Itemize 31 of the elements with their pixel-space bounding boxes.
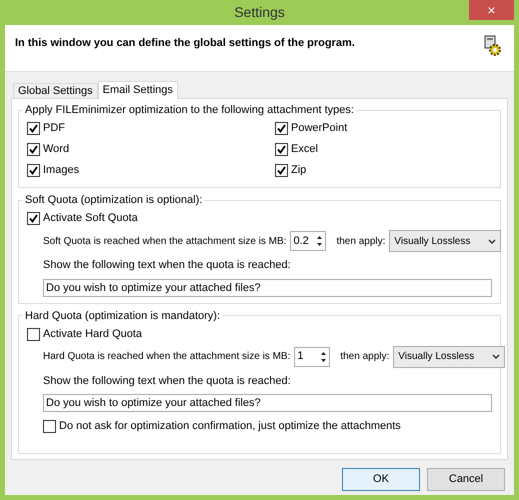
checkbox-label: PowerPoint xyxy=(291,121,348,136)
checkbox-label: Word xyxy=(43,142,70,158)
checkbox-label: Excel xyxy=(291,142,318,158)
spin-field[interactable]: 1 xyxy=(294,346,330,366)
checkbox-label: Activate Soft Quota xyxy=(43,211,138,226)
size-label: Hard Quota is reached when the attachment size is MB: xyxy=(43,350,290,364)
size-label: Soft Quota is reached when the attachment size is MB: xyxy=(43,234,286,248)
checkbox-label: Images xyxy=(43,163,80,178)
checkbox-label: Zip xyxy=(291,163,306,178)
apply-label: then apply: xyxy=(340,350,390,364)
dialog-button[interactable]: OK xyxy=(342,468,420,491)
dropdown[interactable]: Visually Lossless xyxy=(393,346,506,368)
tab[interactable]: Email Settings xyxy=(98,81,178,99)
window-title: Settings xyxy=(234,3,285,22)
checkbox-label: PDF xyxy=(43,121,65,136)
tab[interactable]: Global Settings xyxy=(13,83,98,98)
group-label: Apply FILEminimizer optimization to the following attachment types: xyxy=(24,104,355,116)
text-field[interactable]: Do you wish to optimize your attached files? xyxy=(43,394,492,412)
text-label: Show the following text when the quota is reached: xyxy=(43,374,292,388)
text-label: Show the following text when the quota is reached: xyxy=(43,258,292,273)
group-label: Soft Quota (optimization is optional): xyxy=(24,194,204,206)
checkbox-label: Do not ask for optimization confirmation, just optimize the attachments xyxy=(59,419,401,434)
spin-field[interactable]: 0.2 xyxy=(290,231,326,251)
checkbox-label: Activate Hard Quota xyxy=(43,326,142,342)
text-field[interactable]: Do you wish to optimize your attached files? xyxy=(43,278,492,296)
dropdown[interactable]: Visually Lossless xyxy=(389,230,502,252)
close-button[interactable]: × xyxy=(469,0,514,20)
header-text: In this window you can define the global settings of the program. xyxy=(15,36,355,51)
apply-label: then apply: xyxy=(336,234,386,248)
group-label: Hard Quota (optimization is mandatory): xyxy=(24,310,222,322)
dialog-button[interactable]: Cancel xyxy=(427,468,505,491)
